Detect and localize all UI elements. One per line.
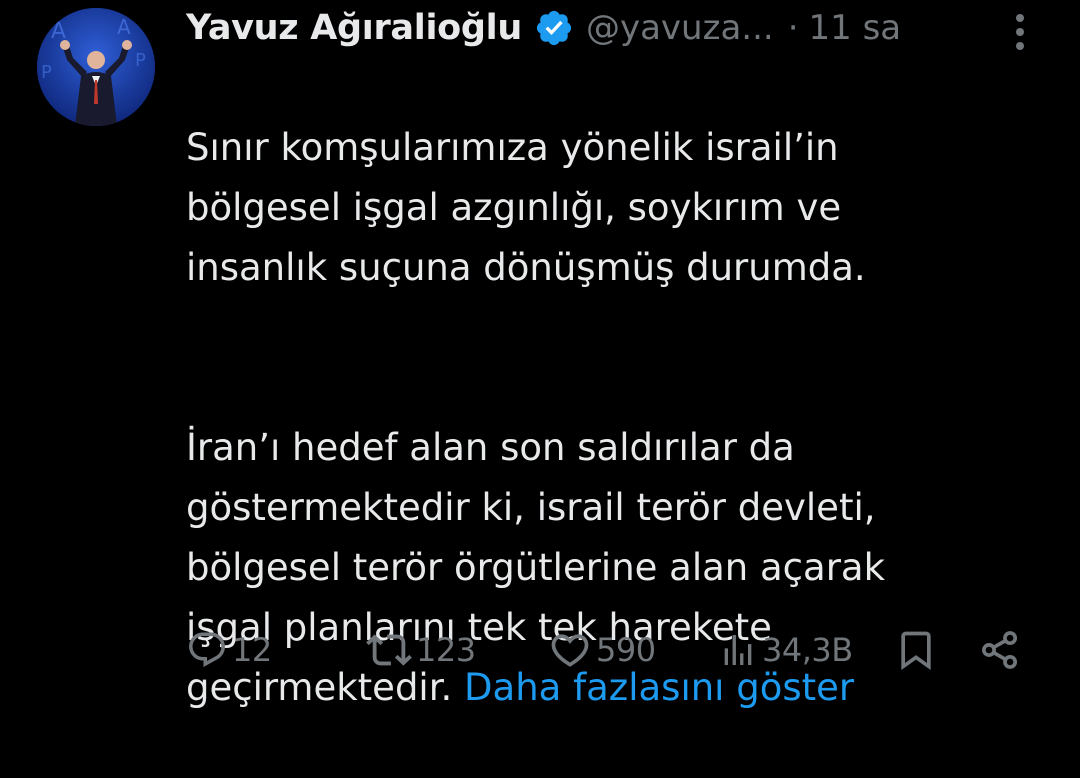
avatar[interactable]: A A P P <box>37 8 155 126</box>
reply-icon <box>186 629 228 671</box>
svg-text:P: P <box>41 62 52 83</box>
bookmark-button[interactable] <box>894 620 938 680</box>
timestamp[interactable]: 11 sa <box>809 8 902 48</box>
views-button[interactable]: 34,3B <box>718 620 853 680</box>
reply-button[interactable]: 12 <box>186 620 272 680</box>
repost-button[interactable]: 123 <box>366 620 476 680</box>
handle[interactable]: @yavuza... <box>586 8 774 48</box>
repost-icon <box>366 627 412 673</box>
verified-badge-icon[interactable] <box>534 8 574 48</box>
like-button[interactable]: 590 <box>548 620 656 680</box>
tweet[interactable]: A A P P Yavuz Ağıralioğlu @yavuza... · 1… <box>0 0 1080 709</box>
share-button[interactable] <box>978 620 1022 680</box>
tweet-header: Yavuz Ağıralioğlu @yavuza... · 11 sa <box>186 2 1046 54</box>
action-bar: 12 123 590 34,3B <box>186 620 1026 680</box>
heart-icon <box>548 628 592 672</box>
share-icon <box>978 628 1022 672</box>
like-count: 590 <box>596 631 656 669</box>
svg-text:P: P <box>135 50 146 71</box>
separator-dot: · <box>787 8 799 48</box>
svg-text:A: A <box>117 15 131 39</box>
avatar-image: A A P P <box>37 8 155 126</box>
reply-count: 12 <box>232 631 272 669</box>
views-count: 34,3B <box>762 631 853 669</box>
repost-count: 123 <box>416 631 476 669</box>
views-icon <box>718 630 758 670</box>
tweet-paragraph-1: Sınır komşularımıza yönelik israil’in bö… <box>186 126 866 289</box>
more-vertical-icon[interactable] <box>1008 10 1032 54</box>
display-name[interactable]: Yavuz Ağıralioğlu <box>186 8 522 48</box>
bookmark-icon <box>894 628 938 672</box>
